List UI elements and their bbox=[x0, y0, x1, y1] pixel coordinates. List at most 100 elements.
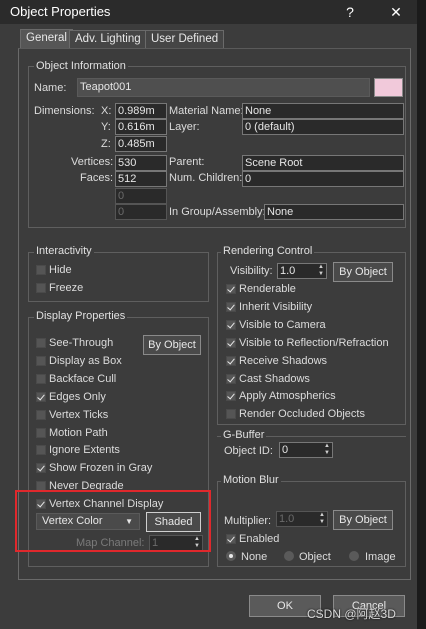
parent-field: Scene Root bbox=[242, 155, 404, 171]
render-option-checkbox-1[interactable] bbox=[226, 301, 236, 312]
display-option-label-5: Motion Path bbox=[49, 426, 108, 439]
multiplier-value: 1.0 bbox=[279, 513, 295, 525]
material-name-field: None bbox=[242, 103, 404, 119]
object-color-swatch[interactable] bbox=[374, 78, 403, 97]
vertices-label: Vertices: bbox=[71, 156, 114, 168]
render-option-checkbox-5[interactable] bbox=[226, 373, 236, 384]
visibility-label: Visibility: bbox=[230, 265, 273, 277]
layer-label: Layer: bbox=[169, 121, 200, 133]
motion-blur-by-object-button[interactable]: By Object bbox=[333, 510, 393, 530]
display-by-object-button[interactable]: By Object bbox=[143, 335, 201, 355]
motion-blur-image-radio[interactable] bbox=[349, 551, 359, 561]
visibility-spinner[interactable]: 1.0 ▲ ▼ bbox=[277, 263, 327, 279]
interactivity-group bbox=[28, 252, 209, 302]
dimension-x-field[interactable]: 0.989m bbox=[115, 103, 167, 119]
hide-checkbox[interactable] bbox=[36, 265, 46, 275]
rendering-control-label: Rendering Control bbox=[221, 245, 315, 257]
interactivity-label: Interactivity bbox=[34, 245, 94, 257]
render-option-checkbox-4[interactable] bbox=[226, 355, 236, 366]
tab-general[interactable]: General bbox=[20, 29, 73, 49]
freeze-label: Freeze bbox=[49, 282, 84, 294]
render-option-label-5: Cast Shadows bbox=[239, 372, 310, 385]
window-title: Object Properties bbox=[10, 4, 111, 19]
display-option-label-2: Backface Cull bbox=[49, 372, 117, 385]
display-option-label-3: Edges Only bbox=[49, 390, 106, 403]
in-group-assembly-label: In Group/Assembly: bbox=[169, 206, 266, 218]
object-information-label: Object Information bbox=[34, 60, 128, 72]
y-label: Y: bbox=[101, 121, 111, 133]
rendering-by-object-button[interactable]: By Object bbox=[333, 262, 393, 282]
x-label: X: bbox=[101, 105, 112, 117]
num-children-label: Num. Children: bbox=[169, 172, 243, 184]
display-option-checkbox-0[interactable] bbox=[36, 338, 46, 348]
vertices-field: 530 bbox=[115, 155, 167, 171]
motion-blur-none-radio[interactable] bbox=[226, 551, 236, 561]
help-button[interactable]: ? bbox=[340, 2, 360, 22]
display-option-checkbox-5[interactable] bbox=[36, 427, 46, 438]
render-option-label-0: Renderable bbox=[239, 283, 296, 295]
motion-blur-label: Motion Blur bbox=[221, 474, 281, 486]
dimension-y-field[interactable]: 0.616m bbox=[115, 119, 167, 135]
render-option-checkbox-3[interactable] bbox=[226, 337, 236, 348]
multiplier-spinner: 1.0 ▲ ▼ bbox=[276, 511, 328, 527]
layer-field: 0 (default) bbox=[242, 119, 404, 135]
enabled-label: Enabled bbox=[239, 533, 280, 545]
visibility-value: 1.0 bbox=[280, 265, 296, 277]
watermark-text: CSDN @阿赵3D bbox=[307, 607, 396, 621]
render-option-checkbox-2[interactable] bbox=[226, 319, 236, 330]
render-option-label-3: Visible to Reflection/Refraction bbox=[239, 336, 389, 349]
display-option-label-7: Show Frozen in Gray bbox=[49, 462, 153, 475]
red-highlight-box bbox=[15, 490, 211, 552]
render-option-label-4: Receive Shadows bbox=[239, 354, 328, 367]
display-option-label-4: Vertex Ticks bbox=[49, 408, 109, 421]
tab-adv-lighting[interactable]: Adv. Lighting bbox=[69, 30, 147, 48]
hide-label: Hide bbox=[49, 264, 72, 276]
render-option-label-2: Visible to Camera bbox=[239, 318, 326, 331]
render-option-checkbox-0[interactable] bbox=[226, 284, 236, 294]
display-properties-label: Display Properties bbox=[34, 310, 128, 322]
display-option-checkbox-2[interactable] bbox=[36, 373, 46, 384]
dimension-z-field[interactable]: 0.485m bbox=[115, 136, 167, 152]
object-id-value: 0 bbox=[282, 444, 289, 456]
spinner-arrows-icon: ▲ ▼ bbox=[319, 512, 325, 525]
display-option-checkbox-4[interactable] bbox=[36, 409, 46, 420]
dimensions-label: Dimensions: bbox=[34, 105, 95, 117]
tab-user-defined[interactable]: User Defined bbox=[145, 30, 225, 48]
object-id-label: Object ID: bbox=[224, 445, 273, 457]
enabled-checkbox[interactable] bbox=[226, 534, 236, 544]
num-children-field: 0 bbox=[242, 171, 404, 187]
freeze-checkbox[interactable] bbox=[36, 283, 46, 293]
display-option-checkbox-6[interactable] bbox=[36, 445, 46, 456]
close-button[interactable]: ✕ bbox=[386, 2, 406, 22]
parent-label: Parent: bbox=[169, 156, 205, 168]
motion-blur-image-label: Image bbox=[365, 551, 396, 563]
faces-label: Faces: bbox=[80, 172, 114, 184]
render-option-label-1: Inherit Visibility bbox=[239, 300, 313, 313]
extra-count-field-2: 0 bbox=[115, 204, 167, 220]
in-group-assembly-field: None bbox=[264, 204, 404, 220]
display-option-checkbox-1[interactable] bbox=[36, 355, 46, 366]
motion-blur-object-label: Object bbox=[299, 551, 331, 563]
material-name-label: Material Name: bbox=[169, 105, 244, 117]
spinner-arrows-icon: ▲ ▼ bbox=[324, 443, 330, 456]
z-label: Z: bbox=[101, 138, 111, 150]
display-option-checkbox-7[interactable] bbox=[36, 463, 46, 474]
extra-count-field-1: 0 bbox=[115, 188, 167, 204]
gbuffer-label: G-Buffer bbox=[221, 429, 267, 441]
name-field[interactable]: Teapot001 bbox=[77, 78, 370, 97]
background-viewport-strip bbox=[417, 0, 426, 629]
motion-blur-object-radio[interactable] bbox=[284, 551, 294, 561]
multiplier-label: Multiplier: bbox=[224, 515, 272, 527]
display-option-label-6: Ignore Extents bbox=[49, 444, 120, 457]
display-option-checkbox-3[interactable] bbox=[36, 391, 46, 402]
render-option-checkbox-6[interactable] bbox=[226, 391, 236, 402]
faces-field: 512 bbox=[115, 171, 167, 187]
render-option-label-6: Apply Atmospherics bbox=[239, 390, 336, 403]
display-option-label-1: Display as Box bbox=[49, 354, 122, 367]
name-label: Name: bbox=[34, 82, 67, 94]
render-option-checkbox-7[interactable] bbox=[226, 409, 236, 420]
motion-blur-none-label: None bbox=[241, 551, 268, 563]
object-id-spinner[interactable]: 0 ▲ ▼ bbox=[279, 442, 333, 458]
display-option-label-0: See-Through bbox=[49, 337, 114, 349]
spinner-arrows-icon: ▲ ▼ bbox=[318, 264, 324, 277]
